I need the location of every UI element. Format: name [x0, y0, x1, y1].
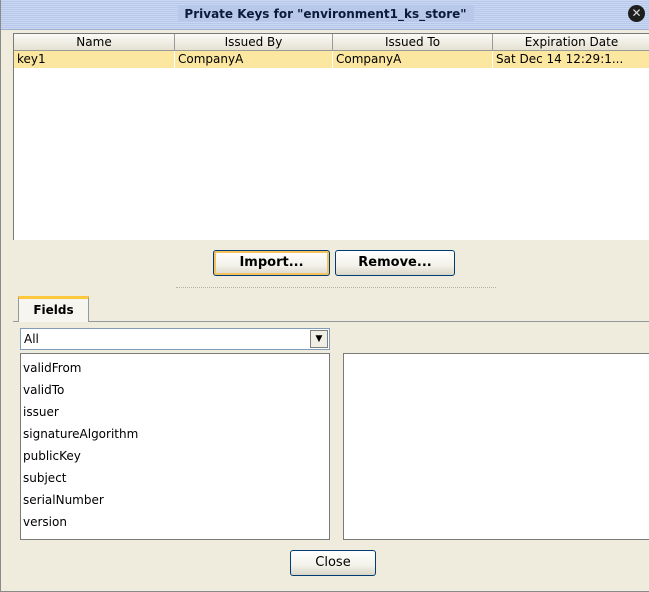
column-header-issued-to[interactable]: Issued To — [333, 34, 493, 51]
private-keys-dialog: Private Keys for "environment1_ks_store"… — [0, 0, 649, 592]
chevron-down-icon[interactable]: ▼ — [310, 330, 328, 348]
title-bar[interactable]: Private Keys for "environment1_ks_store"… — [1, 0, 649, 30]
close-button[interactable]: Close — [290, 550, 376, 576]
list-item[interactable]: serialNumber — [21, 489, 329, 511]
field-filter-select[interactable]: All ▼ — [20, 328, 330, 350]
list-item[interactable]: signatureAlgorithm — [21, 423, 329, 445]
column-header-expiration-date[interactable]: Expiration Date — [493, 34, 649, 51]
tab-border — [89, 321, 649, 322]
filter-selected-value: All — [24, 332, 39, 346]
cell-issued-by: CompanyA — [175, 51, 333, 68]
cell-issued-to: CompanyA — [333, 51, 493, 68]
split-divider[interactable] — [176, 287, 496, 288]
tab-border-left — [13, 321, 18, 322]
table-row[interactable]: key1 CompanyA CompanyA Sat Dec 14 12:29:… — [14, 51, 649, 68]
close-icon[interactable]: ✕ — [628, 5, 645, 22]
keys-table: Name Issued By Issued To Expiration Date… — [13, 33, 649, 240]
column-header-name[interactable]: Name — [14, 34, 175, 51]
list-item[interactable]: validFrom — [21, 357, 329, 379]
table-header: Name Issued By Issued To Expiration Date — [14, 34, 649, 51]
list-item[interactable]: publicKey — [21, 445, 329, 467]
fields-list[interactable]: validFrom validTo issuer signatureAlgori… — [20, 353, 330, 540]
dialog-title: Private Keys for "environment1_ks_store" — [177, 6, 474, 22]
import-button[interactable]: Import... — [213, 250, 330, 276]
field-detail-panel[interactable] — [343, 353, 649, 540]
cell-name: key1 — [14, 51, 175, 68]
list-item[interactable]: issuer — [21, 401, 329, 423]
list-item[interactable]: subject — [21, 467, 329, 489]
list-item[interactable]: validTo — [21, 379, 329, 401]
column-header-issued-by[interactable]: Issued By — [175, 34, 333, 51]
tab-fields[interactable]: Fields — [18, 296, 89, 322]
list-item[interactable]: version — [21, 511, 329, 533]
cell-expiration-date: Sat Dec 14 12:29:1... — [493, 51, 649, 68]
remove-button[interactable]: Remove... — [335, 250, 455, 276]
